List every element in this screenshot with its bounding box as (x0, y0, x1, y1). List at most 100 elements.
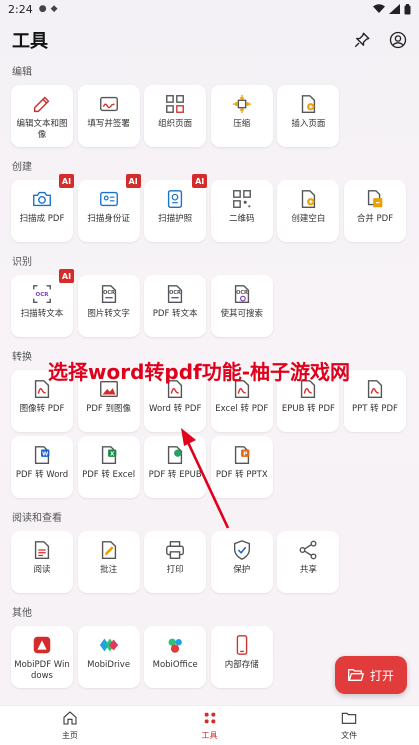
nav-files[interactable]: 文件 (279, 706, 419, 745)
home-icon (62, 710, 78, 728)
share-icon (297, 539, 319, 561)
ai-badge: AI (125, 174, 141, 188)
tool-label: 共享 (299, 565, 317, 575)
tool-label: 图像转 PDF (19, 404, 65, 414)
tool-merge-pdf-button[interactable]: 合并 PDF (343, 180, 406, 242)
tool-grid: 扫描成 PDF AI 扫描身份证 AI 扫描护照 AI 二维码 创建空白 合并 PDF (0, 174, 419, 242)
read-icon (31, 539, 53, 561)
bottom-nav: 主页 工具 文件 (0, 705, 419, 745)
mobidrive-logo-icon (98, 634, 120, 656)
tool-label: 保护 (233, 565, 251, 575)
tool-label: MobiPDF Windows (14, 660, 70, 681)
tool-label: 扫描护照 (158, 214, 193, 224)
tool-label: PDF 转 Word (15, 470, 69, 480)
merge-icon (364, 188, 386, 210)
ocr-icon: OCR (31, 283, 53, 305)
page-title: 工具 (12, 31, 48, 52)
tool-label: 插入页面 (291, 119, 326, 129)
tool-label: 创建空白 (291, 214, 326, 224)
tool-pdf-to-text-button[interactable]: OCR PDF 转文本 (144, 275, 207, 337)
id-card-icon (98, 188, 120, 210)
svg-text:P: P (243, 451, 247, 457)
account-icon[interactable] (389, 31, 407, 49)
tool-label: 内部存储 (224, 660, 259, 670)
shield-icon (231, 539, 253, 561)
tool-ppt-to-pdf-button[interactable]: PPT 转 PDF (343, 370, 406, 432)
tool-pdf-to-excel-button[interactable]: X PDF 转 Excel (77, 436, 140, 498)
tool-label: Excel 转 PDF (215, 404, 269, 414)
nav-home[interactable]: 主页 (0, 706, 140, 745)
tool-annotate-button[interactable]: 批注 (77, 531, 140, 593)
tool-qr-code-button[interactable]: 二维码 (210, 180, 273, 242)
tool-organize-pages-button[interactable]: 组织页面 (144, 85, 207, 147)
tool-label: Word 转 PDF (149, 404, 202, 414)
tool-edit-text-button[interactable]: 编辑文本和图像 (11, 85, 73, 147)
tool-create-blank-button[interactable]: 创建空白 (277, 180, 340, 242)
tool-scan-passport-button[interactable]: 扫描护照 AI (144, 174, 208, 242)
pen-icon (31, 93, 53, 115)
grid-pages-icon (164, 93, 186, 115)
tool-label: 合并 PDF (356, 214, 394, 224)
tool-label: 批注 (100, 565, 118, 575)
tool-scan-id-button[interactable]: 扫描身份证 AI (77, 174, 141, 242)
tool-protect-button[interactable]: 保护 (210, 531, 273, 593)
ai-badge: AI (192, 174, 208, 188)
tool-mobioffice-button[interactable]: MobiOffice (144, 626, 207, 688)
ai-badge: AI (59, 174, 74, 188)
svg-text:W: W (42, 451, 48, 457)
tool-label: PDF 转 Excel (82, 470, 136, 480)
tool-label: MobiDrive (87, 660, 131, 670)
svg-text:OCR: OCR (169, 290, 181, 296)
nav-tools[interactable]: 工具 (140, 706, 280, 745)
word-icon: W (31, 444, 53, 466)
ocr-doc-icon: OCR (164, 283, 186, 305)
tool-label: 打印 (166, 565, 184, 575)
watermark-caption: 选择word转pdf功能-柚子游戏网 (48, 360, 351, 384)
tool-pdf-to-word-button[interactable]: W PDF 转 Word (11, 436, 73, 498)
tool-label: 编辑文本和图像 (16, 119, 68, 140)
insert-page-icon (297, 93, 319, 115)
pin-icon[interactable] (353, 31, 371, 49)
tool-label: 扫描转文本 (20, 309, 64, 319)
section-label: 创建 (12, 162, 32, 173)
tool-mobidrive-button[interactable]: MobiDrive (77, 626, 140, 688)
open-button[interactable]: 打开 (335, 656, 407, 694)
tool-share-button[interactable]: 共享 (277, 531, 340, 593)
tool-compress-button[interactable]: 压缩 (210, 85, 273, 147)
tool-label: 阅读 (33, 565, 51, 575)
app-bar: 工具 (0, 22, 419, 58)
ocr-search-icon: OCR (231, 283, 253, 305)
svg-text:X: X (110, 451, 115, 457)
tool-scan-to-pdf-button[interactable]: 扫描成 PDF AI (11, 174, 74, 242)
tool-print-button[interactable]: 打印 (144, 531, 207, 593)
nav-label: 工具 (201, 731, 218, 740)
phone-icon (231, 634, 253, 656)
tool-image-to-text-button[interactable]: OCR 图片转文字 (77, 275, 140, 337)
tool-insert-page-button[interactable]: 插入页面 (277, 85, 340, 147)
tool-scan-to-text-button[interactable]: OCR 扫描转文本 AI (11, 269, 74, 337)
tool-internal-storage-button[interactable]: 内部存储 (210, 626, 273, 688)
mobipdf-logo-icon (31, 634, 53, 656)
battery-icon (404, 3, 411, 14)
tool-fill-sign-button[interactable]: 填写并签署 (77, 85, 140, 147)
nav-label: 文件 (341, 731, 358, 740)
tool-read-button[interactable]: 阅读 (11, 531, 73, 593)
svg-text:OCR: OCR (236, 290, 248, 296)
tool-label: 压缩 (233, 119, 251, 129)
nav-label: 主页 (61, 731, 78, 740)
tool-grid: 编辑文本和图像 填写并签署 组织页面 压缩 插入页面 (0, 85, 419, 147)
tool-label: 图片转文字 (87, 309, 130, 319)
tool-label: PPT 转 PDF (352, 404, 398, 414)
tool-make-searchable-button[interactable]: OCR 使其可搜索 (210, 275, 273, 337)
svg-text:OCR: OCR (36, 292, 50, 298)
ai-badge: AI (59, 269, 74, 283)
tool-label: 使其可搜索 (220, 309, 264, 319)
annotate-icon (98, 539, 120, 561)
tool-mobipdf-windows-button[interactable]: MobiPDF Windows (11, 626, 73, 688)
tool-label: EPUB 转 PDF (281, 404, 335, 414)
section-label: 编辑 (12, 67, 32, 78)
tool-label: 扫描成 PDF (19, 214, 65, 224)
status-bar: 2:24 ● ◆ (0, 0, 419, 18)
pdf-icon (364, 378, 386, 400)
tool-label: MobiOffice (152, 660, 198, 670)
